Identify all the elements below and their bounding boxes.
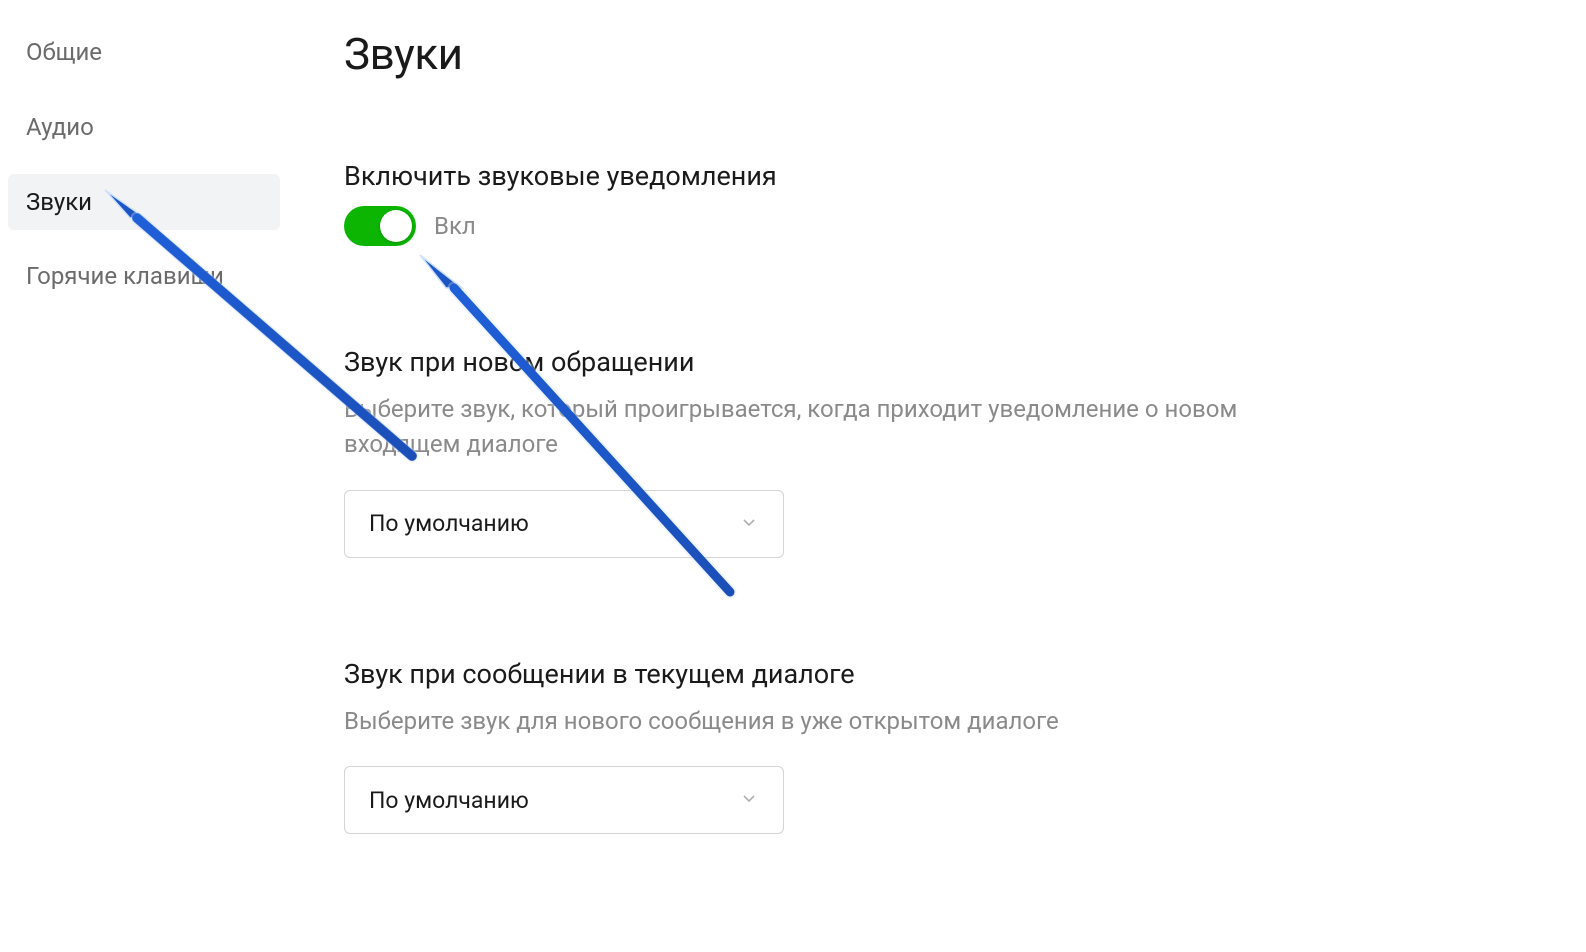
sidebar-item-label: Аудио — [26, 113, 94, 141]
enable-sounds-toggle[interactable] — [344, 206, 416, 246]
select-value: По умолчанию — [369, 787, 529, 814]
section-description: Выберите звук, который проигрывается, ко… — [344, 392, 1264, 462]
sidebar-item-audio[interactable]: Аудио — [8, 99, 280, 156]
section-title: Звук при новом обращении — [344, 346, 1546, 378]
select-value: По умолчанию — [369, 510, 529, 537]
new-request-sound-select[interactable]: По умолчанию — [344, 490, 784, 558]
settings-main: Звуки Включить звуковые уведомления Вкл … — [280, 0, 1586, 952]
sidebar-item-label: Звуки — [26, 188, 92, 216]
toggle-state-label: Вкл — [434, 212, 476, 240]
section-description: Выберите звук для нового сообщения в уже… — [344, 704, 1264, 739]
chevron-down-icon — [739, 788, 759, 812]
section-title: Включить звуковые уведомления — [344, 160, 1546, 192]
toggle-row: Вкл — [344, 206, 1546, 246]
toggle-knob — [380, 210, 412, 242]
sidebar-item-sounds[interactable]: Звуки — [8, 174, 280, 231]
current-dialog-sound-select[interactable]: По умолчанию — [344, 766, 784, 834]
section-title: Звук при сообщении в текущем диалоге — [344, 658, 1546, 690]
sidebar-item-general[interactable]: Общие — [8, 24, 280, 81]
sidebar-item-label: Горячие клавиши — [26, 262, 224, 290]
section-new-request-sound: Звук при новом обращении Выберите звук, … — [344, 346, 1546, 558]
sidebar-item-hotkeys[interactable]: Горячие клавиши — [8, 248, 280, 305]
settings-sidebar: Общие Аудио Звуки Горячие клавиши — [0, 0, 280, 952]
section-current-dialog-sound: Звук при сообщении в текущем диалоге Выб… — [344, 658, 1546, 835]
section-enable-sounds: Включить звуковые уведомления Вкл — [344, 160, 1546, 246]
sidebar-item-label: Общие — [26, 38, 102, 66]
page-title: Звуки — [344, 28, 1546, 80]
chevron-down-icon — [739, 512, 759, 536]
